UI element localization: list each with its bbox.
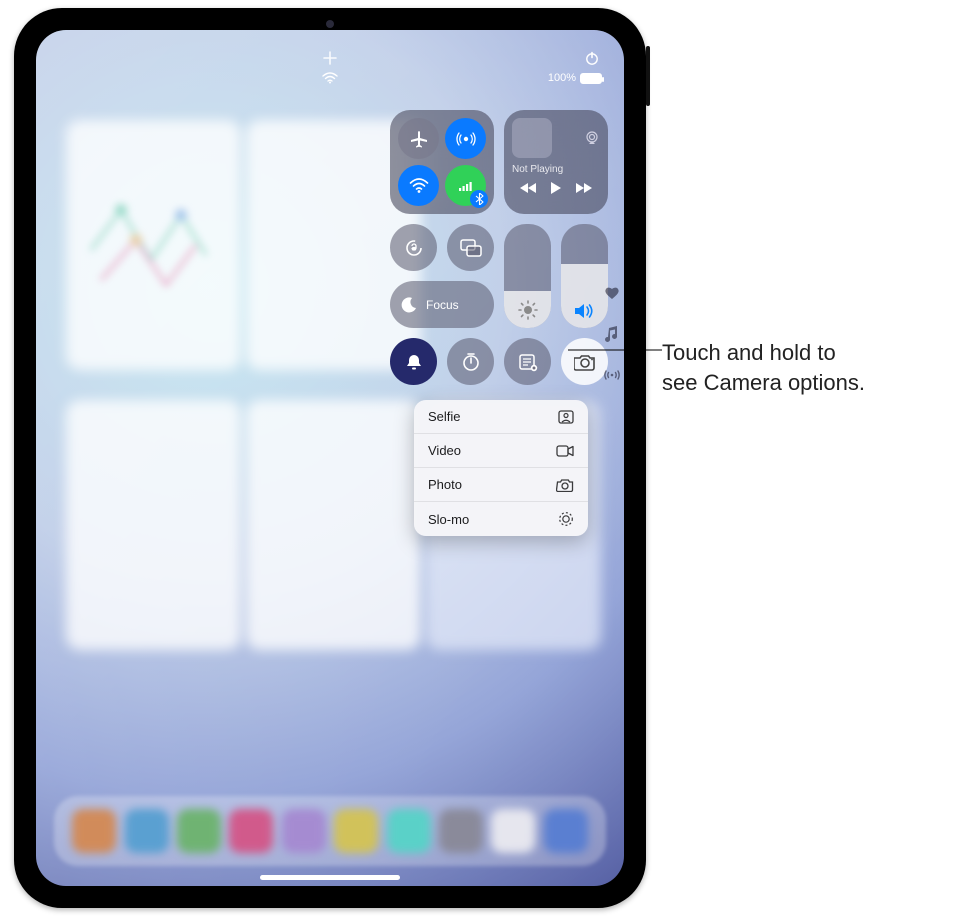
airplane-mode-toggle[interactable] <box>398 118 439 159</box>
dock-app-icon[interactable] <box>439 809 483 853</box>
background-app-card <box>246 400 421 650</box>
menu-item-label: Photo <box>428 477 462 492</box>
rewind-icon[interactable] <box>519 182 537 194</box>
brightness-slider[interactable] <box>504 224 551 328</box>
dock-app-icon[interactable] <box>544 809 588 853</box>
background-graphic <box>81 190 221 310</box>
sun-icon <box>518 300 538 320</box>
play-icon[interactable] <box>550 181 562 195</box>
callout-line-2: see Camera options. <box>662 368 952 398</box>
slomo-icon <box>558 511 574 527</box>
hardware-power-button <box>646 46 650 106</box>
connectivity-tile[interactable] <box>390 110 494 214</box>
now-playing-tile[interactable]: Not Playing <box>504 110 608 214</box>
dock-app-icon[interactable] <box>177 809 221 853</box>
battery-text: 100% <box>548 72 576 84</box>
menu-item-label: Video <box>428 443 461 458</box>
camera-option-video[interactable]: Video <box>414 434 588 468</box>
screen: 100% <box>36 30 624 886</box>
volume-slider[interactable] <box>561 224 608 328</box>
dock <box>54 796 606 866</box>
quick-note-button[interactable] <box>504 338 551 385</box>
power-icon[interactable] <box>584 50 600 66</box>
battery-icon <box>580 73 602 84</box>
airplay-icon[interactable] <box>584 131 600 145</box>
callout-line-1: Touch and hold to <box>662 338 952 368</box>
camera-option-selfie[interactable]: Selfie <box>414 400 588 434</box>
camera-icon <box>556 478 574 492</box>
ipad-frame: 100% <box>14 8 646 908</box>
dock-app-icon[interactable] <box>72 809 116 853</box>
moon-icon <box>400 296 418 314</box>
volume-icon <box>574 302 596 320</box>
rotation-lock-toggle[interactable] <box>390 224 437 271</box>
status-area <box>36 50 624 74</box>
wifi-status-icon <box>322 72 338 84</box>
callout-text: Touch and hold to see Camera options. <box>662 338 952 397</box>
selfie-icon <box>558 410 574 424</box>
heart-icon <box>604 286 620 300</box>
focus-label: Focus <box>426 298 459 312</box>
home-indicator[interactable] <box>260 875 400 880</box>
background-app-card <box>66 400 241 650</box>
dock-app-icon[interactable] <box>125 809 169 853</box>
video-icon <box>556 445 574 457</box>
wifi-toggle[interactable] <box>398 165 439 206</box>
album-art-placeholder <box>512 118 552 158</box>
bluetooth-badge-icon <box>470 190 488 208</box>
camera-option-photo[interactable]: Photo <box>414 468 588 502</box>
broadcast-icon <box>604 368 620 382</box>
dock-app-icon[interactable] <box>491 809 535 853</box>
dock-app-icon[interactable] <box>334 809 378 853</box>
focus-button[interactable]: Focus <box>390 281 494 328</box>
callout-leader-line <box>568 342 662 358</box>
airdrop-toggle[interactable] <box>445 118 486 159</box>
add-control-icon[interactable] <box>322 50 338 66</box>
dock-app-icon[interactable] <box>229 809 273 853</box>
music-note-icon <box>604 326 620 342</box>
menu-item-label: Slo-mo <box>428 512 469 527</box>
camera-option-slomo[interactable]: Slo-mo <box>414 502 588 536</box>
timer-button[interactable] <box>447 338 494 385</box>
dock-app-icon[interactable] <box>282 809 326 853</box>
camera-options-menu: Selfie Video Photo Slo-mo <box>414 400 588 536</box>
media-title: Not Playing <box>512 164 600 175</box>
menu-item-label: Selfie <box>428 409 461 424</box>
screen-mirroring-button[interactable] <box>447 224 494 271</box>
cellular-toggle[interactable] <box>445 165 486 206</box>
dock-app-icon[interactable] <box>387 809 431 853</box>
battery-status: 100% <box>548 72 602 84</box>
page-indicator-icons <box>604 286 620 382</box>
forward-icon[interactable] <box>575 182 593 194</box>
silent-mode-toggle[interactable] <box>390 338 437 385</box>
